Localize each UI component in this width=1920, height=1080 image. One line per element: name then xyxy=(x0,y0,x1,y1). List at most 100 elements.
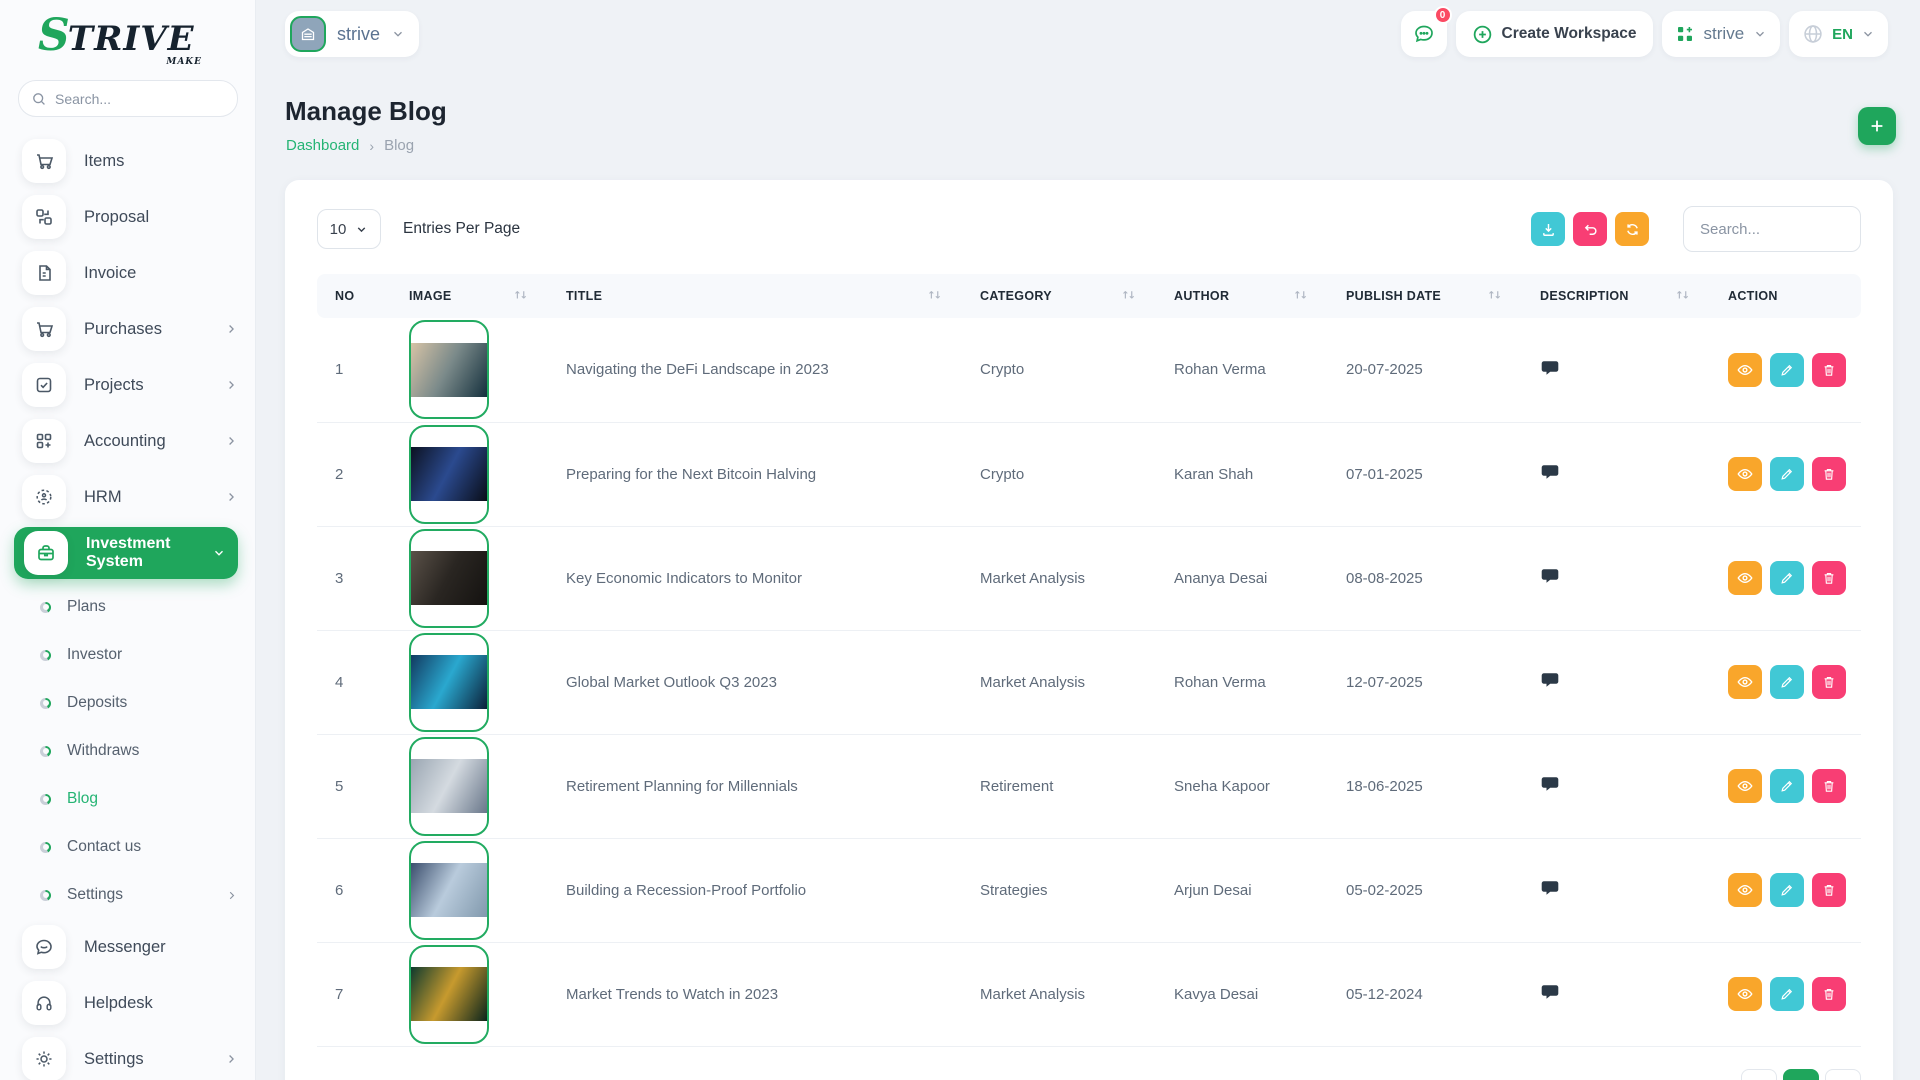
workspace-select[interactable]: strive xyxy=(1662,11,1781,57)
view-button[interactable] xyxy=(1728,353,1762,387)
submenu-item[interactable]: Blog xyxy=(0,775,256,823)
chevron-right-icon xyxy=(224,434,238,448)
submenu-item[interactable]: Investor xyxy=(0,631,256,679)
delete-button[interactable] xyxy=(1812,873,1846,907)
submenu-item[interactable]: Contact us xyxy=(0,823,256,871)
sidebar-item-investment-system[interactable]: Investment System xyxy=(14,527,238,579)
language-select[interactable]: EN xyxy=(1789,11,1888,57)
entries-per-page-select[interactable]: 10 xyxy=(317,209,381,249)
sidebar-item-purchases[interactable]: Purchases xyxy=(0,301,256,357)
sidebar-item-helpdesk[interactable]: Helpdesk xyxy=(0,975,256,1031)
table-search-input[interactable] xyxy=(1683,206,1861,252)
grid-plus-icon xyxy=(1675,24,1695,44)
blog-image-thumbnail[interactable] xyxy=(409,945,489,1044)
messages-button[interactable]: 0 xyxy=(1401,11,1447,57)
sidebar-item-projects[interactable]: Projects xyxy=(0,357,256,413)
view-button[interactable] xyxy=(1728,561,1762,595)
sort-icon[interactable]: ↑↓ xyxy=(1121,291,1134,302)
document-icon xyxy=(22,251,66,295)
chevron-right-icon xyxy=(225,889,238,902)
export-download-button[interactable] xyxy=(1531,212,1565,246)
submenu-item[interactable]: Plans xyxy=(0,583,256,631)
edit-button[interactable] xyxy=(1770,977,1804,1011)
sidebar-search-input[interactable] xyxy=(55,91,205,107)
eye-icon xyxy=(1736,569,1754,587)
add-blog-button[interactable] xyxy=(1858,107,1896,145)
sidebar-item-messenger[interactable]: Messenger xyxy=(0,919,256,975)
edit-button[interactable] xyxy=(1770,353,1804,387)
pencil-icon xyxy=(1779,466,1795,482)
blog-image-thumbnail[interactable] xyxy=(409,841,489,940)
row-actions xyxy=(1728,353,1861,387)
sort-icon[interactable]: ↑↓ xyxy=(927,291,940,302)
delete-button[interactable] xyxy=(1812,977,1846,1011)
sidebar-item-items[interactable]: Items xyxy=(0,133,256,189)
undo-button[interactable] xyxy=(1573,212,1607,246)
pencil-icon xyxy=(1779,674,1795,690)
swap-icon xyxy=(22,195,66,239)
sidebar-item-invoice[interactable]: Invoice xyxy=(0,245,256,301)
sidebar-item-settings[interactable]: Settings xyxy=(0,1031,256,1080)
workspace-switcher[interactable]: strive xyxy=(285,11,419,57)
description-comment-icon[interactable] xyxy=(1540,670,1560,690)
column-header-description[interactable]: DESCRIPTION↑↓ xyxy=(1506,274,1694,318)
view-button[interactable] xyxy=(1728,457,1762,491)
description-comment-icon[interactable] xyxy=(1540,774,1560,794)
delete-button[interactable] xyxy=(1812,457,1846,491)
sort-icon[interactable]: ↑↓ xyxy=(1293,291,1306,302)
blog-category: Market Analysis xyxy=(946,630,1140,734)
sidebar-item-hrm[interactable]: HRM xyxy=(0,469,256,525)
breadcrumb-dashboard-link[interactable]: Dashboard xyxy=(286,137,359,154)
column-header-author[interactable]: AUTHOR↑↓ xyxy=(1140,274,1312,318)
description-comment-icon[interactable] xyxy=(1540,358,1560,378)
sort-icon[interactable]: ↑↓ xyxy=(1487,291,1500,302)
delete-button[interactable] xyxy=(1812,561,1846,595)
submenu-item[interactable]: Withdraws xyxy=(0,727,256,775)
blog-image-thumbnail[interactable] xyxy=(409,425,489,524)
sort-icon[interactable]: ↑↓ xyxy=(1675,291,1688,302)
view-button[interactable] xyxy=(1728,665,1762,699)
pagination-next-button[interactable] xyxy=(1825,1069,1861,1080)
blog-image-thumbnail[interactable] xyxy=(409,320,489,419)
column-header-image[interactable]: IMAGE↑↓ xyxy=(375,274,532,318)
description-comment-icon[interactable] xyxy=(1540,982,1560,1002)
breadcrumb-separator: › xyxy=(369,138,374,154)
delete-button[interactable] xyxy=(1812,353,1846,387)
blog-image xyxy=(411,551,487,605)
blog-image-thumbnail[interactable] xyxy=(409,529,489,628)
entries-per-page-label: Entries Per Page xyxy=(403,220,520,238)
view-button[interactable] xyxy=(1728,769,1762,803)
edit-button[interactable] xyxy=(1770,769,1804,803)
description-comment-icon[interactable] xyxy=(1540,566,1560,586)
submenu-item[interactable]: Deposits xyxy=(0,679,256,727)
column-header-publish-date[interactable]: PUBLISH DATE↑↓ xyxy=(1312,274,1506,318)
description-comment-icon[interactable] xyxy=(1540,878,1560,898)
eye-icon xyxy=(1736,881,1754,899)
pagination-prev-button[interactable] xyxy=(1741,1069,1777,1080)
check-square-icon xyxy=(22,363,66,407)
edit-button[interactable] xyxy=(1770,561,1804,595)
description-comment-icon[interactable] xyxy=(1540,462,1560,482)
edit-button[interactable] xyxy=(1770,665,1804,699)
column-header-title[interactable]: TITLE↑↓ xyxy=(532,274,946,318)
blog-image xyxy=(411,343,487,397)
submenu-item[interactable]: Settings xyxy=(0,871,256,919)
blog-publish-date: 05-12-2024 xyxy=(1312,942,1506,1046)
delete-button[interactable] xyxy=(1812,769,1846,803)
sort-icon[interactable]: ↑↓ xyxy=(513,291,526,302)
view-button[interactable] xyxy=(1728,873,1762,907)
blog-image-thumbnail[interactable] xyxy=(409,633,489,732)
sidebar-item-accounting[interactable]: Accounting xyxy=(0,413,256,469)
blog-category: Market Analysis xyxy=(946,526,1140,630)
column-header-category[interactable]: CATEGORY↑↓ xyxy=(946,274,1140,318)
refresh-button[interactable] xyxy=(1615,212,1649,246)
delete-button[interactable] xyxy=(1812,665,1846,699)
edit-button[interactable] xyxy=(1770,873,1804,907)
edit-button[interactable] xyxy=(1770,457,1804,491)
sidebar-item-proposal[interactable]: Proposal xyxy=(0,189,256,245)
bullet-icon xyxy=(40,842,51,853)
pagination-page-button[interactable] xyxy=(1783,1069,1819,1080)
create-workspace-button[interactable]: Create Workspace xyxy=(1456,11,1653,57)
blog-image-thumbnail[interactable] xyxy=(409,737,489,836)
view-button[interactable] xyxy=(1728,977,1762,1011)
